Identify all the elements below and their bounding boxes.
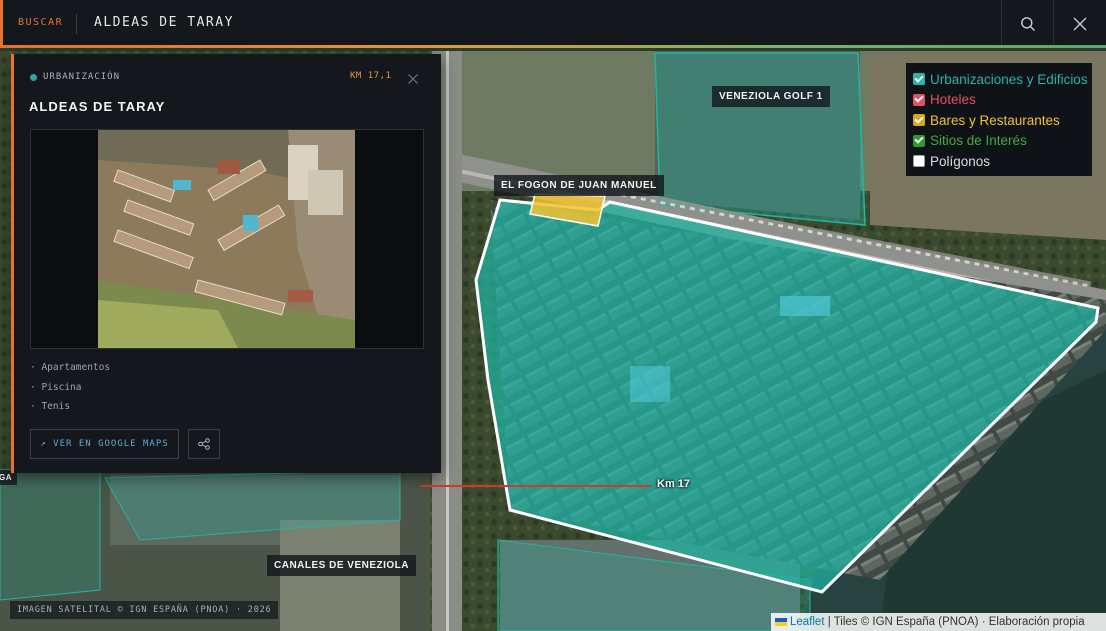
place-category-label: URBANIZACIÓN [43,72,121,82]
place-photo-frame [30,129,424,349]
checkbox-checked-icon[interactable] [913,114,925,127]
place-title: ALDEAS DE TARAY [29,99,166,114]
close-icon [1073,17,1087,31]
layer-label: Sitios de Interés [930,133,1027,149]
layer-control: Urbanizaciones y Edificios Hoteles Bares… [906,63,1092,176]
place-km: KM 17,1 [350,71,392,81]
leaflet-link[interactable]: Leaflet [790,616,825,628]
checkbox-checked-icon[interactable] [913,93,925,106]
share-icon [198,438,210,450]
ukraine-flag-icon [775,618,787,626]
category-dot-icon [30,73,37,81]
layer-toggle-hoteles[interactable]: Hoteles [913,90,1092,111]
checkbox-unchecked-icon[interactable] [913,155,925,168]
km-marker-label: Km 17 [657,478,691,490]
layer-toggle-bares[interactable]: Bares y Restaurantes [913,110,1092,131]
search-query[interactable]: ALDEAS DE TARAY [94,15,234,30]
map-label-fogon-restaurant[interactable]: EL FOGON DE JUAN MANUEL [494,175,664,196]
feature-item: · Apartamentos [30,362,111,373]
search-icon [1021,17,1035,31]
search-bar: BUSCAR ALDEAS DE TARAY [0,0,1106,48]
checkbox-checked-icon[interactable] [913,134,925,147]
place-info-panel: URBANIZACIÓN KM 17,1 ALDEAS DE TARAY · A… [11,54,441,473]
checkbox-checked-icon[interactable] [913,73,925,86]
map-label-veneziola-golf[interactable]: VENEZIOLA GOLF 1 [712,86,830,107]
place-features-list: · Apartamentos · Piscina · Tenis [30,362,110,421]
attribution-text: | Tiles © IGN España (PNOA) · Elaboració… [824,616,1085,628]
search-divider [76,14,77,34]
layer-toggle-poligonos[interactable]: Polígonos [913,151,1092,172]
feature-item: · Piscina [30,381,82,393]
share-button[interactable] [188,429,220,459]
clear-search-button[interactable] [1053,0,1106,48]
layer-toggle-urbanizaciones[interactable]: Urbanizaciones y Edificios [913,69,1092,90]
panel-close-button[interactable] [408,69,418,88]
search-button[interactable] [1001,0,1054,48]
map-attribution: Leaflet | Tiles © IGN España (PNOA) · El… [771,613,1106,631]
place-category: URBANIZACIÓN [30,72,120,82]
layer-label: Bares y Restaurantes [930,112,1060,128]
search-bar-accent [0,0,3,48]
map-label-canales-veneziola[interactable]: CANALES DE VENEZIOLA [267,555,417,576]
layer-label: Polígonos [930,153,991,169]
close-icon [408,74,418,84]
layer-label: Urbanizaciones y Edificios [930,71,1088,87]
imagery-credit: IMAGEN SATELITAL © IGN ESPAÑA (PNOA) · 2… [10,601,279,619]
place-aerial-photo[interactable] [98,130,355,348]
google-maps-button[interactable]: ↗ VER EN GOOGLE MAPS [30,429,179,459]
search-label: BUSCAR [18,17,64,28]
feature-item: · Tenis [30,401,71,412]
layer-label: Hoteles [930,92,976,108]
layer-toggle-sitios[interactable]: Sitios de Interés [913,131,1092,152]
